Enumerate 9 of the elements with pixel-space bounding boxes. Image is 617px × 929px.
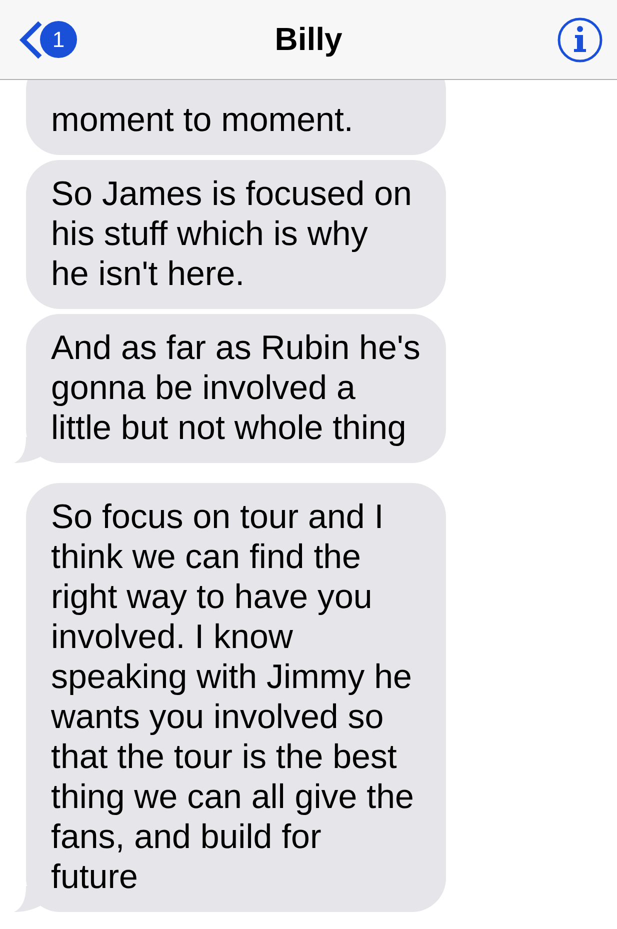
message-text: moment to moment. <box>51 101 354 139</box>
message-text: And as far as Rubin he's gonna be involved a little but not whole thing <box>51 329 420 447</box>
message-text: So focus on tour and I think we can find the right way to have you involved. I know speaking with Jimmy he wants you involved so that the tour is the best thing we can all give the fans, and build for future <box>51 498 414 896</box>
message-text: So James is focused on his stuff which is why he isn't here. <box>51 175 412 293</box>
back-button[interactable]: 1 <box>18 20 77 60</box>
info-icon[interactable] <box>557 16 603 62</box>
unread-badge: 1 <box>40 21 77 58</box>
contact-name: Billy <box>274 21 342 58</box>
chevron-icon <box>18 20 44 60</box>
